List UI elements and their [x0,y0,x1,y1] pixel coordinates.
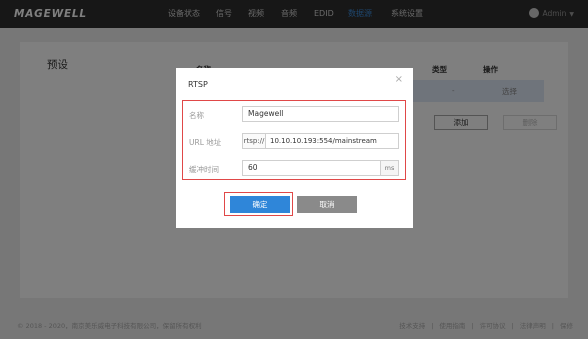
url-label: URL 地址 [189,138,222,147]
rtsp-dialog: RTSP × 名称 Magewell URL 地址 rtsp:// 10.10.… [176,68,413,228]
dialog-title: RTSP [188,80,208,89]
close-icon[interactable]: × [395,75,403,85]
cancel-button[interactable]: 取消 [297,196,357,213]
name-input[interactable]: Magewell [242,106,399,122]
buffer-unit: ms [380,160,399,176]
name-label: 名称 [189,111,204,120]
ok-button[interactable]: 确定 [230,196,290,213]
buffer-time-input[interactable]: 60 [242,160,381,176]
buffer-time-label: 缓冲时间 [189,165,219,174]
url-prefix: rtsp:// [242,133,266,149]
url-input[interactable]: 10.10.10.193:554/mainstream [265,133,399,149]
